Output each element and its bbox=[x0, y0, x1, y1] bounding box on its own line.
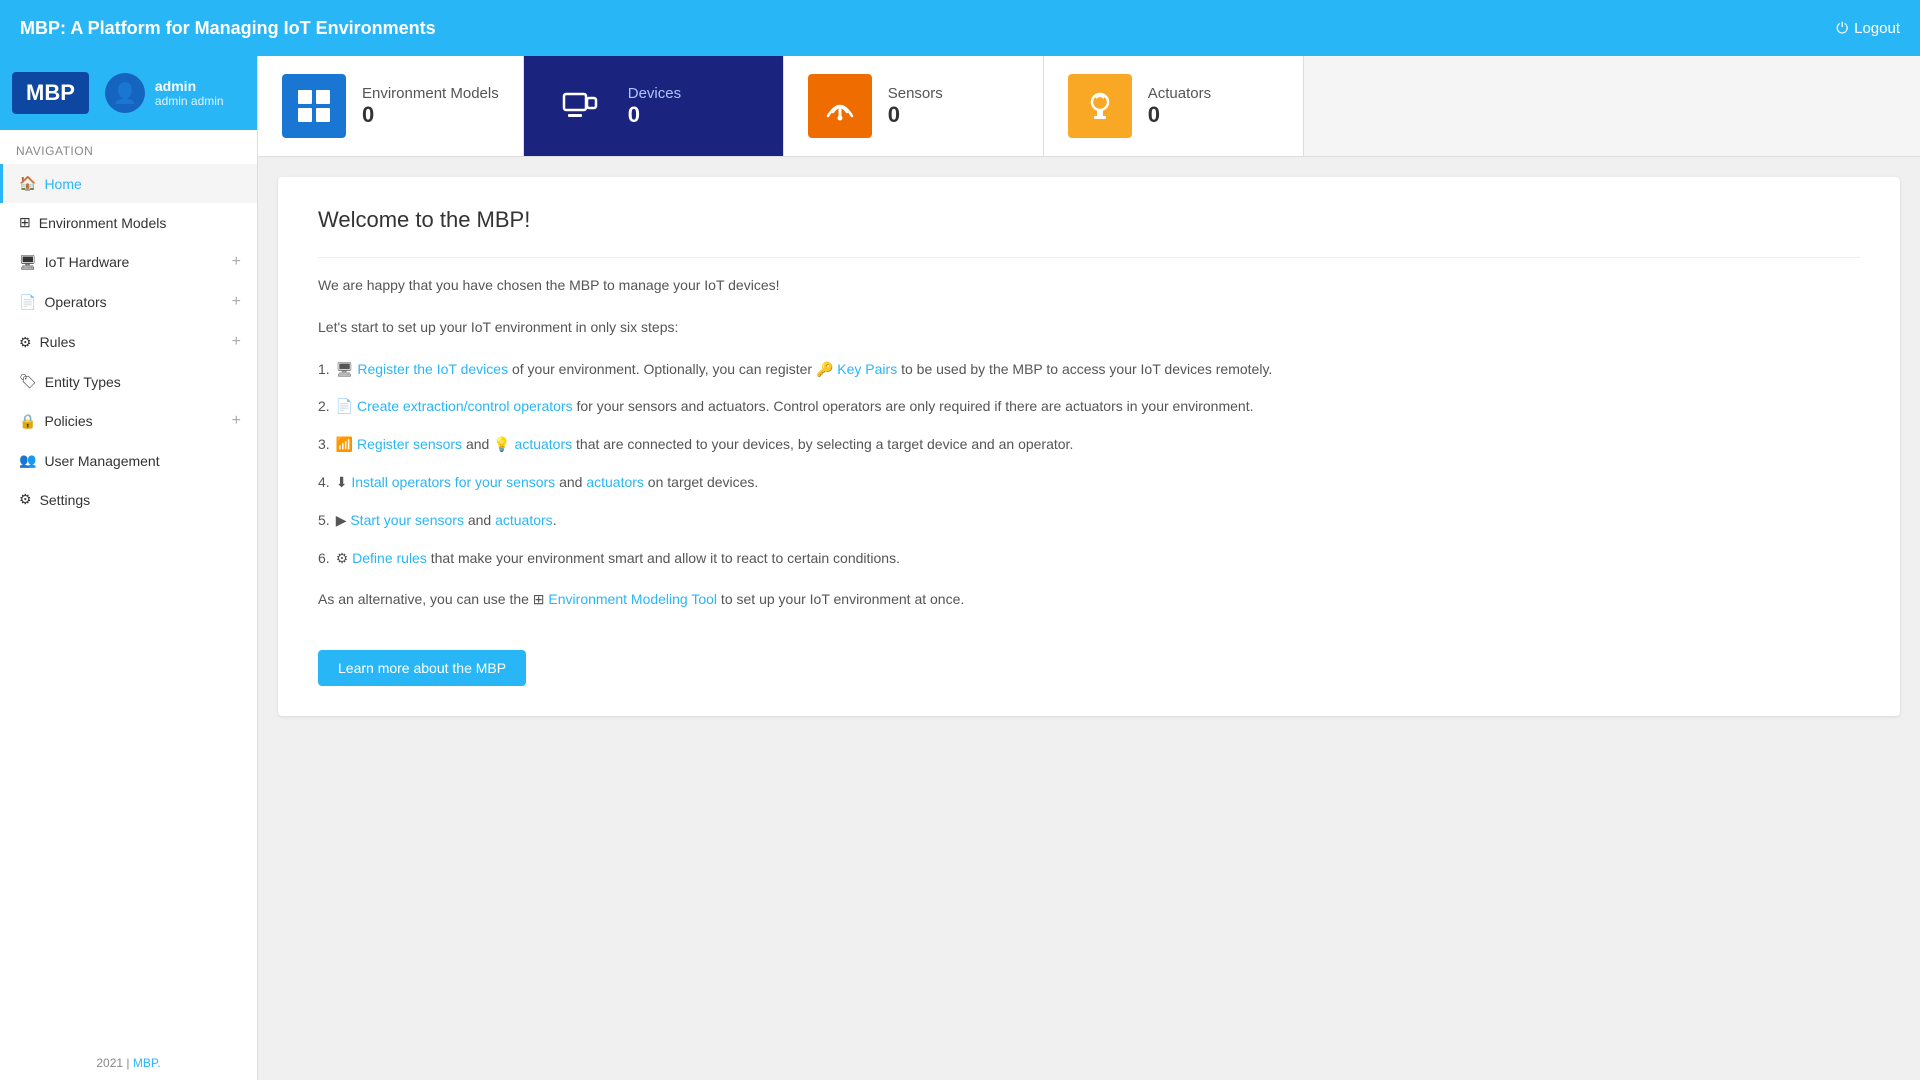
define-rules-link[interactable]: Define rules bbox=[352, 550, 427, 566]
footer-link[interactable]: MBP. bbox=[133, 1056, 161, 1070]
sidebar-item-label: Rules bbox=[40, 334, 76, 350]
actuators-link-3[interactable]: actuators bbox=[515, 436, 573, 452]
home-icon: 🏠 bbox=[19, 175, 36, 192]
stat-label: Environment Models bbox=[362, 85, 499, 102]
step-4: 4. ⬇ Install operators for your sensors … bbox=[318, 471, 1860, 495]
sidebar-item-label: Environment Models bbox=[39, 215, 167, 231]
sidebar-item-label: Settings bbox=[40, 492, 91, 508]
power-icon: ⏻ bbox=[1836, 20, 1848, 37]
sidebar-item-entity-types[interactable]: 🏷 Entity Types bbox=[0, 362, 257, 401]
sidebar-item-label: IoT Hardware bbox=[45, 254, 130, 270]
step-5: 5. ▶ Start your sensors and actuators. bbox=[318, 509, 1860, 533]
key-pairs-link[interactable]: Key Pairs bbox=[837, 361, 897, 377]
alternative-text: As an alternative, you can use the ⊞ Env… bbox=[318, 588, 1860, 612]
sidebar-item-user-management[interactable]: 👥 User Management bbox=[0, 441, 257, 480]
rules-icon: ⚙ bbox=[19, 334, 32, 351]
stat-label: Sensors bbox=[888, 85, 943, 102]
profile-name: admin bbox=[155, 78, 224, 94]
stat-actuators[interactable]: Actuators 0 bbox=[1044, 56, 1304, 156]
step-3: 3. 📶 Register sensors and 💡 actuators th… bbox=[318, 433, 1860, 457]
environment-models-stat-icon bbox=[282, 74, 346, 138]
step-6: 6. ⚙ Define rules that make your environ… bbox=[318, 547, 1860, 571]
stat-label: Actuators bbox=[1148, 85, 1211, 102]
settings-icon: ⚙ bbox=[19, 491, 32, 508]
expand-icon[interactable]: + bbox=[232, 253, 241, 271]
app-title: MBP: A Platform for Managing IoT Environ… bbox=[20, 18, 436, 39]
stat-sensors[interactable]: Sensors 0 bbox=[784, 56, 1044, 156]
env-modeling-tool-link[interactable]: Environment Modeling Tool bbox=[548, 591, 717, 607]
sidebar-item-environment-models[interactable]: ⊞ Environment Models bbox=[0, 203, 257, 242]
expand-icon[interactable]: + bbox=[232, 293, 241, 311]
register-devices-link[interactable]: Register the IoT devices bbox=[357, 361, 508, 377]
sidebar-item-label: Policies bbox=[44, 413, 92, 429]
intro-text: We are happy that you have chosen the MB… bbox=[318, 274, 1860, 298]
steps-intro: Let's start to set up your IoT environme… bbox=[318, 316, 1860, 340]
logout-button[interactable]: ⏻ Logout bbox=[1836, 20, 1900, 37]
devices-stat-icon bbox=[548, 74, 612, 138]
avatar: 👤 bbox=[105, 73, 145, 113]
sidebar-item-home[interactable]: 🏠 Home bbox=[0, 164, 257, 203]
operators-icon: 📄 bbox=[19, 294, 36, 311]
sidebar-item-rules[interactable]: ⚙ Rules + bbox=[0, 322, 257, 362]
actuators-stat-icon bbox=[1068, 74, 1132, 138]
install-operators-link[interactable]: Install operators for your sensors bbox=[351, 474, 555, 490]
nav-section-title: Navigation bbox=[0, 130, 257, 164]
register-sensors-link[interactable]: Register sensors bbox=[357, 436, 462, 452]
environment-models-icon: ⊞ bbox=[19, 214, 31, 231]
welcome-title: Welcome to the MBP! bbox=[318, 207, 1860, 233]
main-content: Environment Models 0 Devices 0 bbox=[258, 56, 1920, 1080]
iot-hardware-icon: 🖥 bbox=[19, 254, 37, 271]
sidebar-item-policies[interactable]: 🔒 Policies + bbox=[0, 401, 257, 441]
start-sensors-link[interactable]: Start your sensors bbox=[350, 512, 464, 528]
sidebar-item-settings[interactable]: ⚙ Settings bbox=[0, 480, 257, 519]
sidebar-item-label: Home bbox=[44, 176, 81, 192]
logo-text: MBP bbox=[26, 80, 75, 105]
stat-devices[interactable]: Devices 0 bbox=[524, 56, 784, 156]
step-1: 1. 🖥 Register the IoT devices of your en… bbox=[318, 358, 1860, 382]
welcome-content: Welcome to the MBP! We are happy that yo… bbox=[278, 177, 1900, 716]
sidebar-item-label: Operators bbox=[44, 294, 106, 310]
stat-value: 0 bbox=[1148, 102, 1211, 128]
user-management-icon: 👥 bbox=[19, 452, 36, 469]
stat-value: 0 bbox=[888, 102, 943, 128]
sidebar-item-iot-hardware[interactable]: 🖥 IoT Hardware + bbox=[0, 242, 257, 282]
actuators-link-4[interactable]: actuators bbox=[586, 474, 644, 490]
stats-bar: Environment Models 0 Devices 0 bbox=[258, 56, 1920, 157]
profile-fullname: admin admin bbox=[155, 94, 224, 108]
learn-more-button[interactable]: Learn more about the MBP bbox=[318, 650, 526, 686]
stat-value: 0 bbox=[628, 102, 681, 128]
actuators-link-5[interactable]: actuators bbox=[495, 512, 553, 528]
sidebar-item-label: Entity Types bbox=[45, 374, 121, 390]
sidebar-profile: 👤 admin admin admin bbox=[105, 73, 224, 113]
stat-value: 0 bbox=[362, 102, 499, 128]
stat-environment-models[interactable]: Environment Models 0 bbox=[258, 56, 524, 156]
expand-icon[interactable]: + bbox=[232, 333, 241, 351]
stat-label: Devices bbox=[628, 85, 681, 102]
step-2: 2. 📄 Create extraction/control operators… bbox=[318, 395, 1860, 419]
sidebar-item-operators[interactable]: 📄 Operators + bbox=[0, 282, 257, 322]
app-header: MBP: A Platform for Managing IoT Environ… bbox=[0, 0, 1920, 56]
sidebar-item-label: User Management bbox=[44, 453, 159, 469]
policies-icon: 🔒 bbox=[19, 413, 36, 430]
entity-types-icon: 🏷 bbox=[19, 373, 37, 390]
sensors-stat-icon bbox=[808, 74, 872, 138]
footer: 2021 | MBP. bbox=[0, 1046, 257, 1080]
sidebar: MBP 👤 admin admin admin Navigation 🏠 Hom… bbox=[0, 56, 258, 1080]
expand-icon[interactable]: + bbox=[232, 412, 241, 430]
create-operators-link[interactable]: Create extraction/control operators bbox=[357, 398, 573, 414]
